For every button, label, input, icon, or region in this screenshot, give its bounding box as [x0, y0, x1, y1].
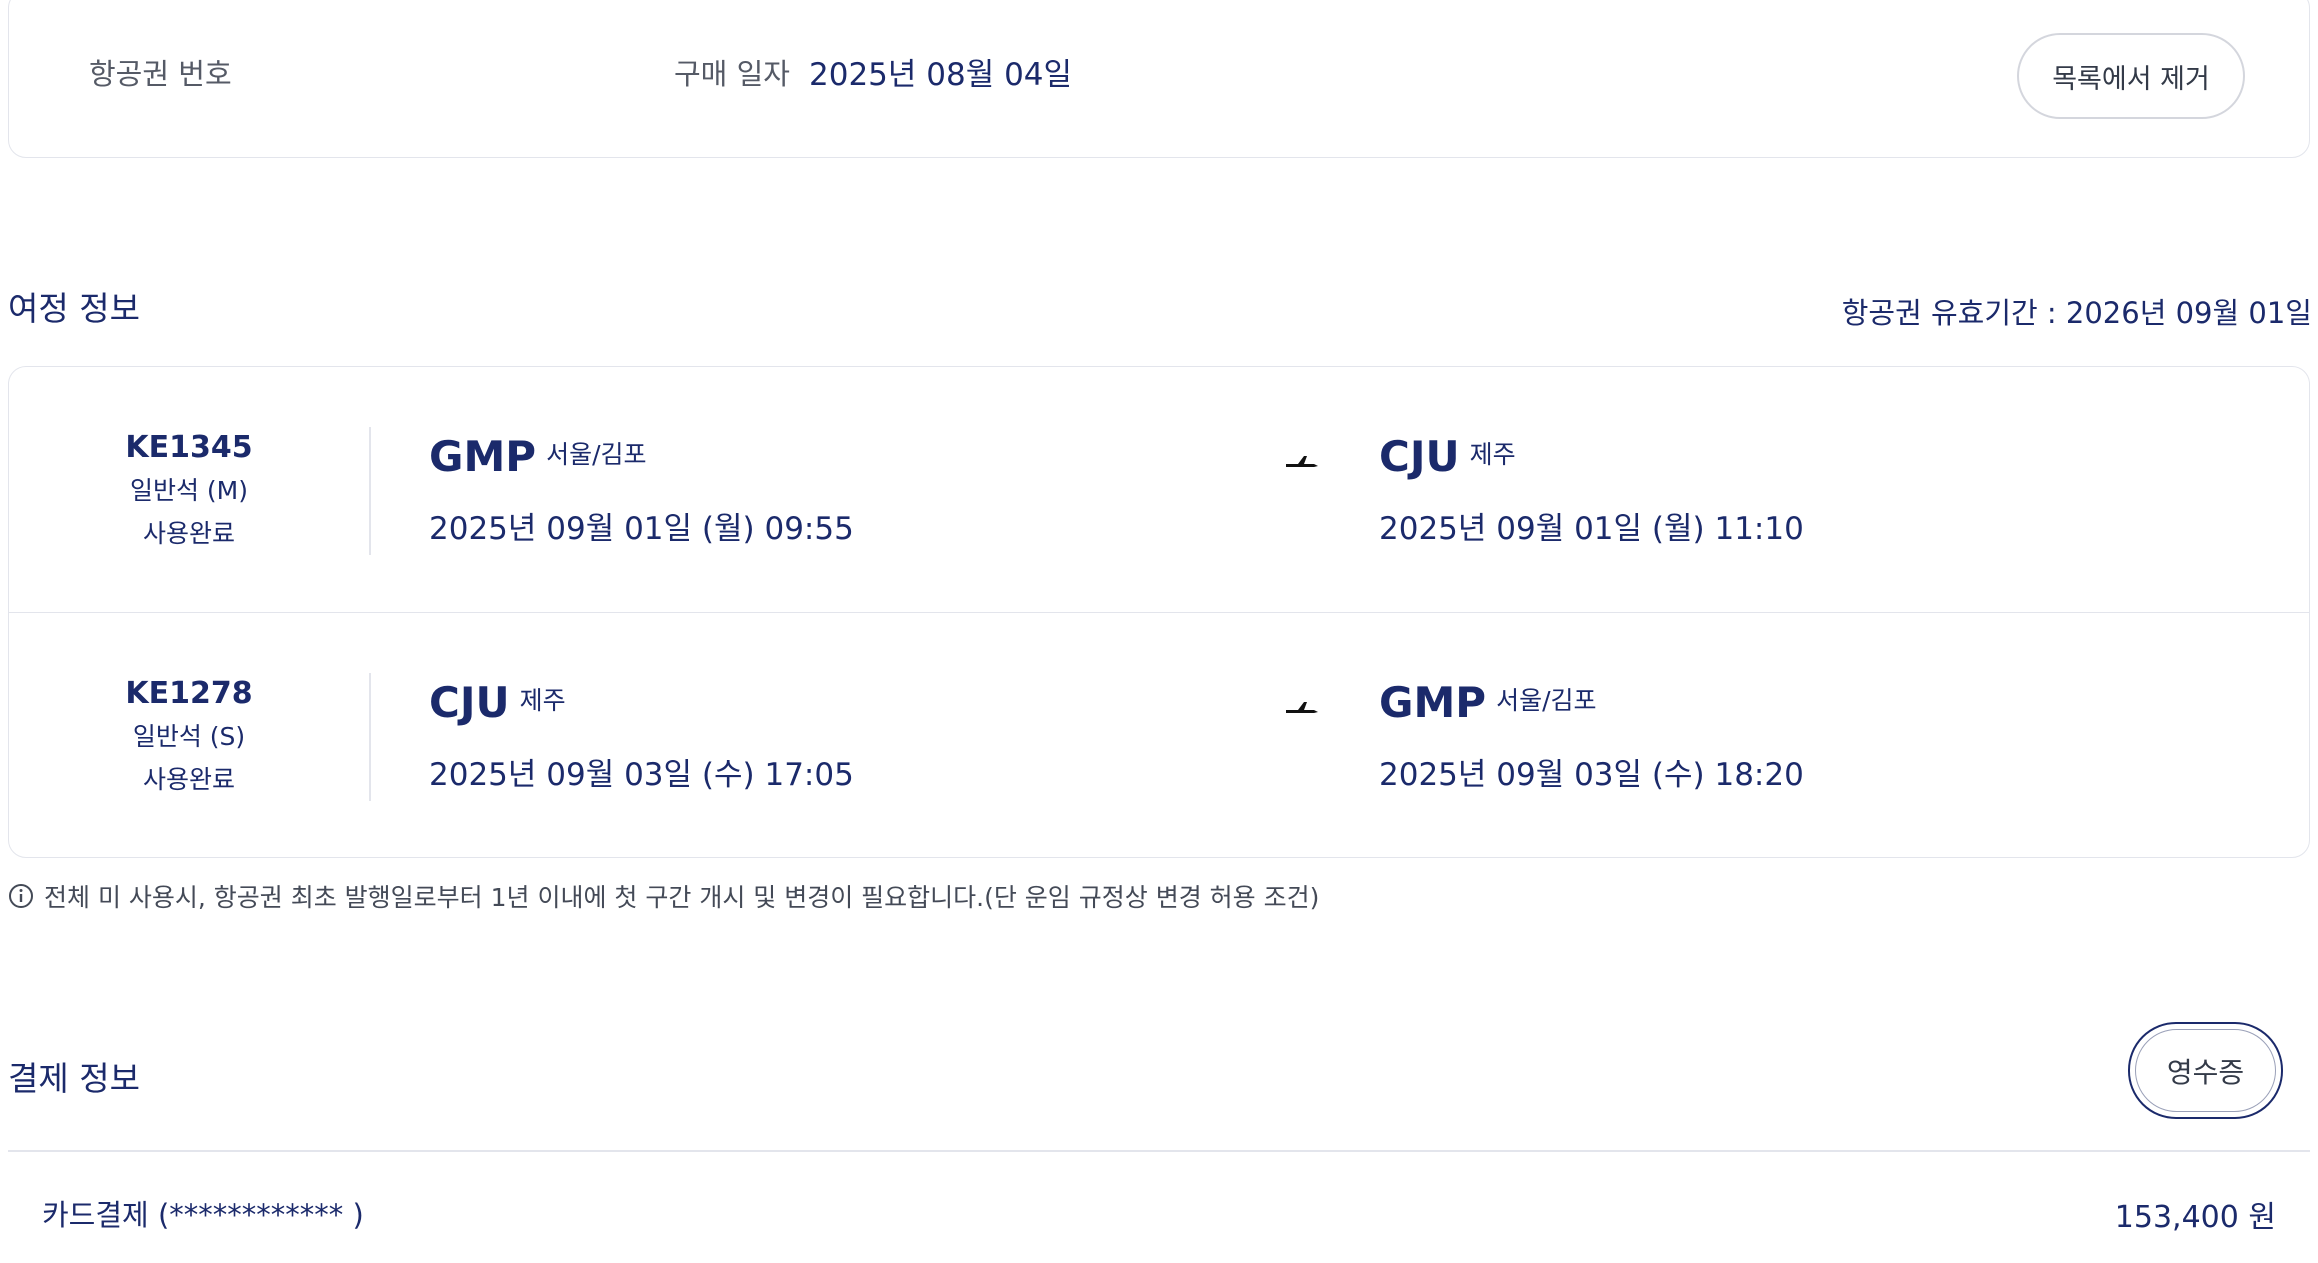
flight-number: KE1278	[125, 676, 253, 711]
departure-airport: CJU 제주	[429, 678, 566, 727]
seat-class: 일반석 (S)	[132, 722, 246, 751]
flight-segment: KE1345 일반석 (M) 사용완료 GMP 서울/김포 2025년 09월 0…	[9, 367, 2309, 612]
ticket-number-label: 항공권 번호	[89, 57, 232, 91]
receipt-button-label: 영수증	[2135, 1029, 2276, 1112]
departure-code: GMP	[429, 432, 537, 481]
arrival-airport: CJU 제주	[1379, 432, 1516, 481]
arrival-city: 제주	[1469, 439, 1516, 469]
flight-number: KE1345	[125, 430, 253, 465]
flight-info: KE1278 일반석 (S) 사용완료	[9, 673, 369, 801]
departure-city: 제주	[519, 685, 566, 715]
segment-divider	[369, 427, 371, 555]
arrival-city: 서울/김포	[1496, 685, 1597, 715]
arrival-code: CJU	[1379, 432, 1460, 481]
notice-text: 전체 미 사용시, 항공권 최초 발행일로부터 1년 이내에 첫 구간 개시 및…	[44, 883, 1320, 912]
seat-class: 일반석 (M)	[129, 476, 249, 505]
arrival-code: GMP	[1379, 678, 1487, 727]
info-icon	[9, 884, 33, 908]
ticket-validity: 항공권 유효기간 : 2026년 09월 01일	[1841, 296, 2312, 330]
departure-city: 서울/김포	[546, 439, 647, 469]
departure-airport: GMP 서울/김포	[429, 432, 647, 481]
segment-divider	[369, 673, 371, 801]
payment-method: 카드결제 (************ )	[42, 1198, 364, 1232]
arrival-datetime: 2025년 09월 01일 (월) 11:10	[1379, 511, 1804, 547]
purchase-date-label: 구매 일자	[674, 57, 790, 91]
usage-status: 사용완료	[142, 765, 235, 794]
arrival-datetime: 2025년 09월 03일 (수) 18:20	[1379, 757, 1804, 793]
payment-divider	[8, 1150, 2310, 1152]
payment-amount: 153,400 원	[2114, 1200, 2276, 1235]
usage-status: 사용완료	[142, 519, 235, 548]
departure-datetime: 2025년 09월 01일 (월) 09:55	[429, 511, 854, 547]
ticket-card: 항공권 번호 구매 일자 2025년 08월 04일 목록에서 제거	[8, 0, 2310, 158]
remove-from-list-button[interactable]: 목록에서 제거	[2017, 33, 2245, 119]
arrival-airport: GMP 서울/김포	[1379, 678, 1597, 727]
plane-icon	[1286, 702, 1318, 713]
itinerary-section-title: 여정 정보	[8, 289, 140, 328]
plane-icon	[1286, 456, 1318, 467]
departure-datetime: 2025년 09월 03일 (수) 17:05	[429, 757, 854, 793]
payment-section-title: 결제 정보	[8, 1059, 140, 1098]
itinerary-card: KE1345 일반석 (M) 사용완료 GMP 서울/김포 2025년 09월 0…	[8, 366, 2310, 858]
purchase-date-value: 2025년 08월 04일	[809, 57, 1073, 93]
flight-info: KE1345 일반석 (M) 사용완료	[9, 427, 369, 555]
receipt-button[interactable]: 영수증	[2128, 1022, 2283, 1119]
validity-notice: 전체 미 사용시, 항공권 최초 발행일로부터 1년 이내에 첫 구간 개시 및…	[8, 878, 1319, 914]
departure-code: CJU	[429, 678, 510, 727]
flight-segment: KE1278 일반석 (S) 사용완료 CJU 제주 2025년 09월 03일 …	[9, 612, 2309, 857]
